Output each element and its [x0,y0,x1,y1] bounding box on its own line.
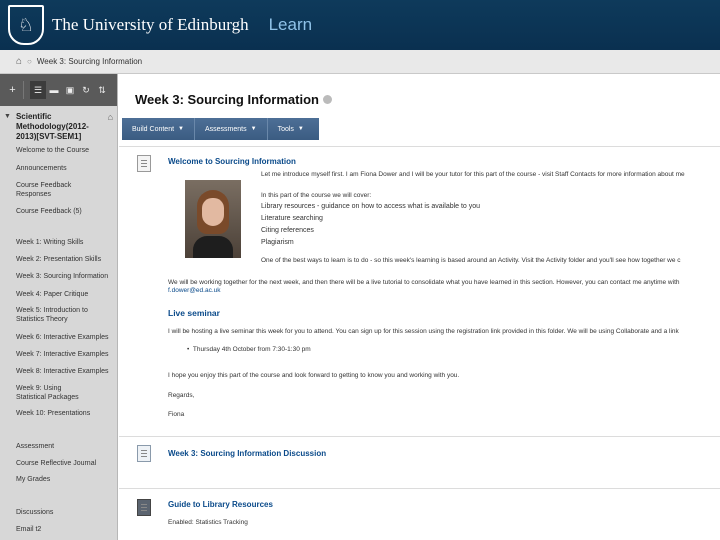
seminar-date: • Thursday 4th October from 7:30-1:30 pm [187,346,311,353]
content-item-discussion: Week 3: Sourcing Information Discussion [119,436,720,488]
assessments-menu[interactable]: Assessments ▼ [195,118,268,140]
menu-item[interactable]: Welcome to the Course [0,146,116,155]
university-name[interactable]: The University of Edinburgh [52,15,249,35]
menu-item[interactable]: Week 5: Introduction to Statistics Theor… [0,306,96,324]
menu-item[interactable]: Email t2 [0,525,116,534]
menu-item[interactable]: Week 6: Interactive Examples [0,333,116,342]
topic-item: Literature searching [261,215,323,222]
item-title[interactable]: Guide to Library Resources [168,500,273,509]
regards-text: Regards, [168,392,195,399]
enjoy-text: I hope you enjoy this part of the course… [168,372,460,379]
topic-item: Library resources - guidance on how to a… [261,203,481,210]
menu-item[interactable]: Assessment [0,442,116,451]
top-banner: ♘ The University of Edinburgh Learn [0,0,720,50]
live-seminar-text: I will be hosting a live seminar this we… [168,328,679,335]
menu-item[interactable]: My Grades [0,475,116,484]
dropdown-icon: ▼ [250,126,257,132]
home-icon[interactable]: ⌂ [16,56,22,67]
course-home-icon[interactable]: ⌂ [108,112,113,142]
content-item-library: Guide to Library Resources Enabled: Stat… [119,488,720,540]
menu-item[interactable]: Course Feedback Responses [0,181,100,199]
menu-item[interactable]: Course Reflective Journal [0,459,116,468]
app-name[interactable]: Learn [269,15,312,35]
email-link[interactable]: f.dower@ed.ac.uk [168,287,221,295]
build-content-menu[interactable]: Build Content ▼ [122,118,195,140]
document-icon [137,155,151,172]
options-chevron-icon[interactable] [322,95,332,104]
breadcrumb: ⌂ ○ Week 3: Sourcing Information [0,50,720,74]
course-menu-toolbar: + ☰ ▬ ▣ ↻ ⇅ [0,74,117,106]
menu-item[interactable]: Week 2: Presentation Skills [0,255,116,264]
activity-text: One of the best ways to learn is to do -… [261,257,681,264]
page-title: Week 3: Sourcing Information [135,92,332,107]
menu-item[interactable]: Week 8: Interactive Examples [0,367,116,376]
collapse-arrow-icon[interactable]: ▼ [4,112,11,142]
item-title[interactable]: Week 3: Sourcing Information Discussion [168,449,326,458]
discussion-icon [137,445,151,462]
breadcrumb-current: Week 3: Sourcing Information [36,57,143,66]
signature-text: Fiona [168,411,185,418]
menu-item[interactable]: Week 10: Presentations [0,409,116,418]
book-icon [137,499,151,516]
dropdown-icon: ▼ [297,126,304,132]
course-title[interactable]: ▼ Scientific Methodology(2012-2013)[SVT-… [0,106,117,146]
topic-item: Citing references [261,227,314,234]
course-menu-panel: + ☰ ▬ ▣ ↻ ⇅ ▼ Scientific Methodology(201… [0,74,118,540]
dropdown-icon: ▼ [178,126,184,132]
action-bar: Build Content ▼ Assessments ▼ Tools ▼ [122,118,319,140]
menu-item[interactable]: Week 9: Using Statistical Packages [0,384,96,402]
menu-item[interactable]: Week 7: Interactive Examples [0,350,116,359]
menu-item[interactable]: Week 1: Writing Skills [0,238,116,247]
intro-text: Let me introduce myself first. I am Fion… [261,171,685,178]
menu-item[interactable]: Week 3: Sourcing Information [0,272,116,281]
refresh-icon[interactable]: ↻ [78,81,94,99]
tracking-status: Enabled: Statistics Tracking [168,519,248,526]
reorder-icon[interactable]: ⇅ [94,81,110,99]
menu-item[interactable]: Course Feedback (5) [0,207,116,216]
tutor-photo [185,180,241,258]
university-crest-icon[interactable]: ♘ [8,5,44,45]
together-text: We will be working together for the next… [168,279,680,286]
chevron-icon[interactable]: ○ [27,57,32,66]
content-area: Week 3: Sourcing Information Build Conte… [119,74,720,540]
live-seminar-heading: Live seminar [168,308,220,318]
add-menu-item-icon[interactable]: + [2,81,24,99]
folder-view-icon[interactable]: ▬ [46,81,62,99]
menu-item[interactable]: Discussions [0,508,116,517]
topics-lead: In this part of the course we will cover… [261,192,372,199]
tools-menu[interactable]: Tools ▼ [268,118,314,140]
list-view-icon[interactable]: ☰ [30,81,46,99]
menu-item[interactable]: Week 4: Paper Critique [0,290,116,299]
new-window-icon[interactable]: ▣ [62,81,78,99]
menu-item[interactable]: Announcements [0,164,116,173]
item-title[interactable]: Welcome to Sourcing Information [168,157,296,166]
topic-item: Plagiarism [261,239,294,246]
